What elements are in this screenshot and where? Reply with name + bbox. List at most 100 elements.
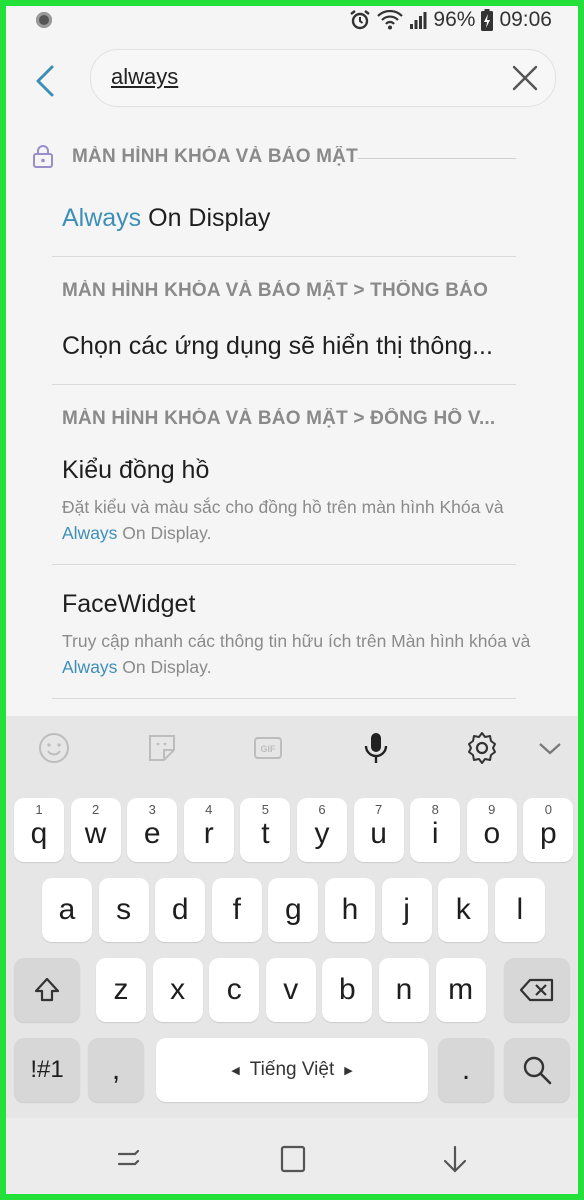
key-a[interactable]: a [42,878,92,942]
search-query-text[interactable]: always [111,64,178,90]
emoji-icon[interactable] [36,730,72,766]
notification-dot-icon [36,12,52,28]
key-number-hint: 2 [91,802,100,817]
key-number-hint: 4 [205,802,213,817]
screen: 96% 09:06 always MÀN HÌNH KHÓA VÀ BẢO MẬ… [6,6,578,1194]
key-x[interactable]: x [152,958,203,1022]
search-input[interactable]: always [90,49,556,107]
key-label: y [314,817,330,850]
result-title: Kiểu đồng hồ [62,456,210,484]
shift-arrow-icon [34,977,60,1002]
chevron-down-icon[interactable] [536,730,564,766]
key-i[interactable]: 8i [410,798,461,862]
key-j[interactable]: j [381,878,432,942]
gear-icon[interactable] [464,730,500,766]
search-results: MÀN HÌNH KHÓA VÀ BẢO MẬT Always On Displ… [6,120,578,716]
key-number-hint: 8 [431,802,439,817]
section-header-lock-screen: MÀN HÌNH KHÓA VÀ BẢO MẬT [72,146,358,167]
result-choose-apps[interactable]: Chọn các ứng dụng sẽ hiển thị thông... [62,332,493,361]
key-d[interactable]: d [155,878,206,942]
sticker-icon[interactable] [144,730,180,766]
close-icon[interactable] [511,64,539,92]
key-label: e [143,817,161,850]
key-b[interactable]: b [322,958,373,1022]
shift-key[interactable] [14,958,80,1022]
key-r[interactable]: 4r [183,798,234,862]
key-w[interactable]: 2w [70,798,121,862]
result-always-on-display[interactable]: Always On Display [62,204,270,233]
space-key[interactable]: ◀ Tiếng Việt ▶ [156,1038,428,1102]
key-m[interactable]: m [435,958,486,1022]
key-h[interactable]: h [325,878,375,942]
microphone-icon[interactable] [358,730,394,766]
clock: 09:06 [499,8,552,31]
section-divider [358,158,516,159]
back-arrow-icon[interactable] [32,64,62,98]
key-q[interactable]: 1q [14,798,64,862]
language-next-icon: ▶ [344,1064,353,1077]
key-p[interactable]: 0p [523,798,574,862]
backspace-key[interactable] [504,958,570,1022]
key-g[interactable]: g [268,878,319,942]
wifi-icon [377,10,404,30]
gif-icon[interactable]: GIF [250,730,286,766]
key-label: t [261,817,270,850]
divider [52,256,516,257]
section-header-clock: MÀN HÌNH KHÓA VÀ BẢO MẬT > ĐỒNG HỒ V... [62,408,496,429]
battery-charging-icon [481,9,494,31]
search-header: always [6,46,578,116]
signal-icon [410,12,427,29]
lock-icon [33,145,53,168]
recent-apps-icon[interactable] [116,1144,146,1174]
divider [52,564,516,565]
search-key[interactable] [504,1038,570,1102]
key-label: i [431,817,439,850]
keyboard: GIF 1q2w3e4r5t6y7u8i9o0p asdfghjkl z x c… [6,716,578,1118]
section-header-notifications: MÀN HÌNH KHÓA VÀ BẢO MẬT > THÔNG BÁO [62,280,489,301]
key-number-hint: 9 [488,802,496,817]
key-t[interactable]: 5t [240,798,291,862]
svg-text:GIF: GIF [261,744,277,754]
key-label: w [84,817,107,850]
key-label: q [30,817,48,850]
key-label: u [370,817,387,850]
key-o[interactable]: 9o [466,798,517,862]
key-u[interactable]: 7u [353,798,404,862]
result-description: Đặt kiểu và màu sắc cho đồng hồ trên màn… [62,497,504,543]
key-e[interactable]: 3e [127,798,178,862]
key-number-hint: 3 [148,802,156,817]
search-icon [523,1056,552,1085]
key-n[interactable]: n [379,958,429,1022]
status-bar: 96% 09:06 [6,6,578,38]
hide-keyboard-icon[interactable] [440,1144,470,1174]
period-key[interactable]: . [438,1038,494,1102]
key-number-hint: 1 [35,802,43,817]
key-number-hint: 6 [318,802,326,817]
language-prev-icon: ◀ [231,1064,240,1077]
home-icon[interactable] [278,1144,308,1174]
key-y[interactable]: 6y [297,798,347,862]
key-number-hint: 7 [374,802,383,817]
keyboard-toolbar: GIF [6,716,578,780]
key-number-hint: 0 [544,802,552,817]
divider [52,384,516,385]
backspace-icon [519,978,554,1002]
key-label: r [203,817,214,850]
status-icons: 96% 09:06 [349,8,552,32]
key-k[interactable]: k [438,878,489,942]
symbols-key[interactable]: !#1 [14,1038,80,1102]
result-description: Truy cập nhanh các thông tin hữu ích trê… [62,631,531,677]
key-number-hint: 5 [261,802,269,817]
key-s[interactable]: s [98,878,149,942]
key-f[interactable]: f [211,878,262,942]
result-title: FaceWidget [62,590,196,618]
navigation-bar [6,1118,578,1194]
key-v[interactable]: v [265,958,316,1022]
alarm-icon [350,10,371,30]
divider [52,698,516,699]
comma-key[interactable]: , [88,1038,144,1102]
key-l[interactable]: l [494,878,545,942]
key-z[interactable]: z [96,958,146,1022]
key-label: p [540,817,557,850]
key-c[interactable]: c [209,958,260,1022]
